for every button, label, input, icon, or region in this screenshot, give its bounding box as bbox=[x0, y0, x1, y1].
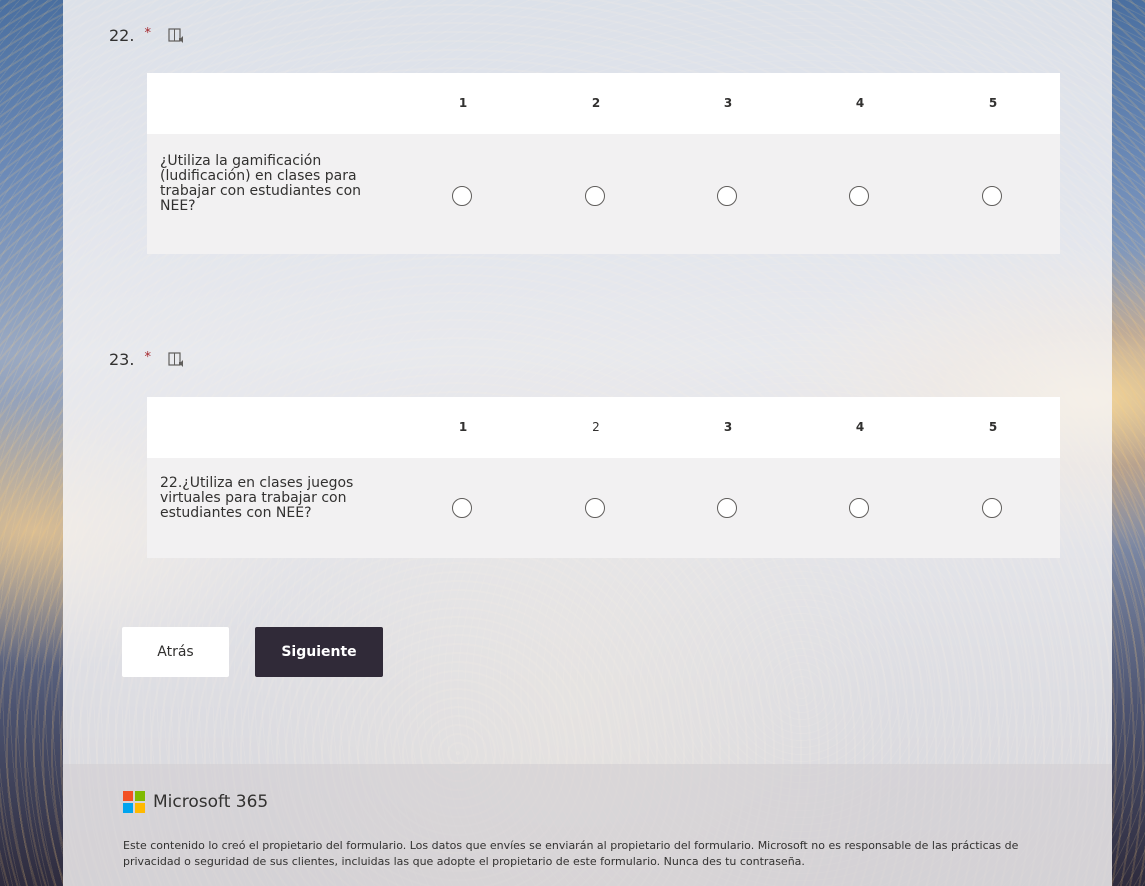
column-header: 4 bbox=[855, 96, 865, 110]
immersive-reader-icon[interactable] bbox=[167, 27, 185, 45]
likert-matrix-22: 1 2 3 4 5 ¿Utiliza la gamificación (ludi… bbox=[147, 73, 1060, 254]
radio-option-5[interactable] bbox=[982, 498, 1002, 518]
column-header: 1 bbox=[458, 96, 468, 110]
matrix-header: 1 2 3 4 5 bbox=[147, 397, 1060, 458]
radio-option-2[interactable] bbox=[585, 186, 605, 206]
matrix-row: ¿Utiliza la gamificación (ludificación) … bbox=[147, 134, 1060, 254]
immersive-reader-icon[interactable] bbox=[167, 351, 185, 369]
column-header: 5 bbox=[988, 96, 998, 110]
back-button[interactable]: Atrás bbox=[122, 627, 229, 677]
column-header: 5 bbox=[988, 420, 998, 434]
brand-name: Microsoft 365 bbox=[153, 792, 269, 812]
radio-option-1[interactable] bbox=[452, 498, 472, 518]
matrix-row: 22.¿Utiliza en clases juegos virtuales p… bbox=[147, 458, 1060, 558]
disclaimer-text: Este contenido lo creó el propietario de… bbox=[123, 839, 1019, 868]
radio-option-3[interactable] bbox=[717, 186, 737, 206]
column-header: 3 bbox=[723, 420, 733, 434]
next-button[interactable]: Siguiente bbox=[255, 627, 383, 677]
likert-matrix-23: 1 2 3 4 5 22.¿Utiliza en clases juegos v… bbox=[147, 397, 1060, 558]
question-number: 23. bbox=[109, 350, 135, 369]
question-number: 22. bbox=[109, 26, 135, 45]
column-header: 2 bbox=[592, 420, 600, 434]
column-header: 4 bbox=[855, 420, 865, 434]
radio-option-4[interactable] bbox=[849, 498, 869, 518]
column-header: 1 bbox=[458, 420, 468, 434]
question-22-header: 22. * bbox=[109, 26, 185, 45]
radio-option-3[interactable] bbox=[717, 498, 737, 518]
required-mark: * bbox=[144, 26, 151, 41]
row-statement: 22.¿Utiliza en clases juegos virtuales p… bbox=[160, 475, 354, 521]
required-mark: * bbox=[144, 350, 151, 365]
radio-option-1[interactable] bbox=[452, 186, 472, 206]
radio-option-4[interactable] bbox=[849, 186, 869, 206]
microsoft-logo-icon bbox=[123, 791, 145, 813]
question-23-header: 23. * bbox=[109, 350, 185, 369]
column-header: 2 bbox=[591, 96, 601, 110]
radio-option-5[interactable] bbox=[982, 186, 1002, 206]
column-header: 3 bbox=[723, 96, 733, 110]
row-statement: ¿Utiliza la gamificación (ludificación) … bbox=[160, 153, 362, 214]
brand: Microsoft 365 bbox=[123, 791, 268, 813]
radio-option-2[interactable] bbox=[585, 498, 605, 518]
matrix-header: 1 2 3 4 5 bbox=[147, 73, 1060, 134]
